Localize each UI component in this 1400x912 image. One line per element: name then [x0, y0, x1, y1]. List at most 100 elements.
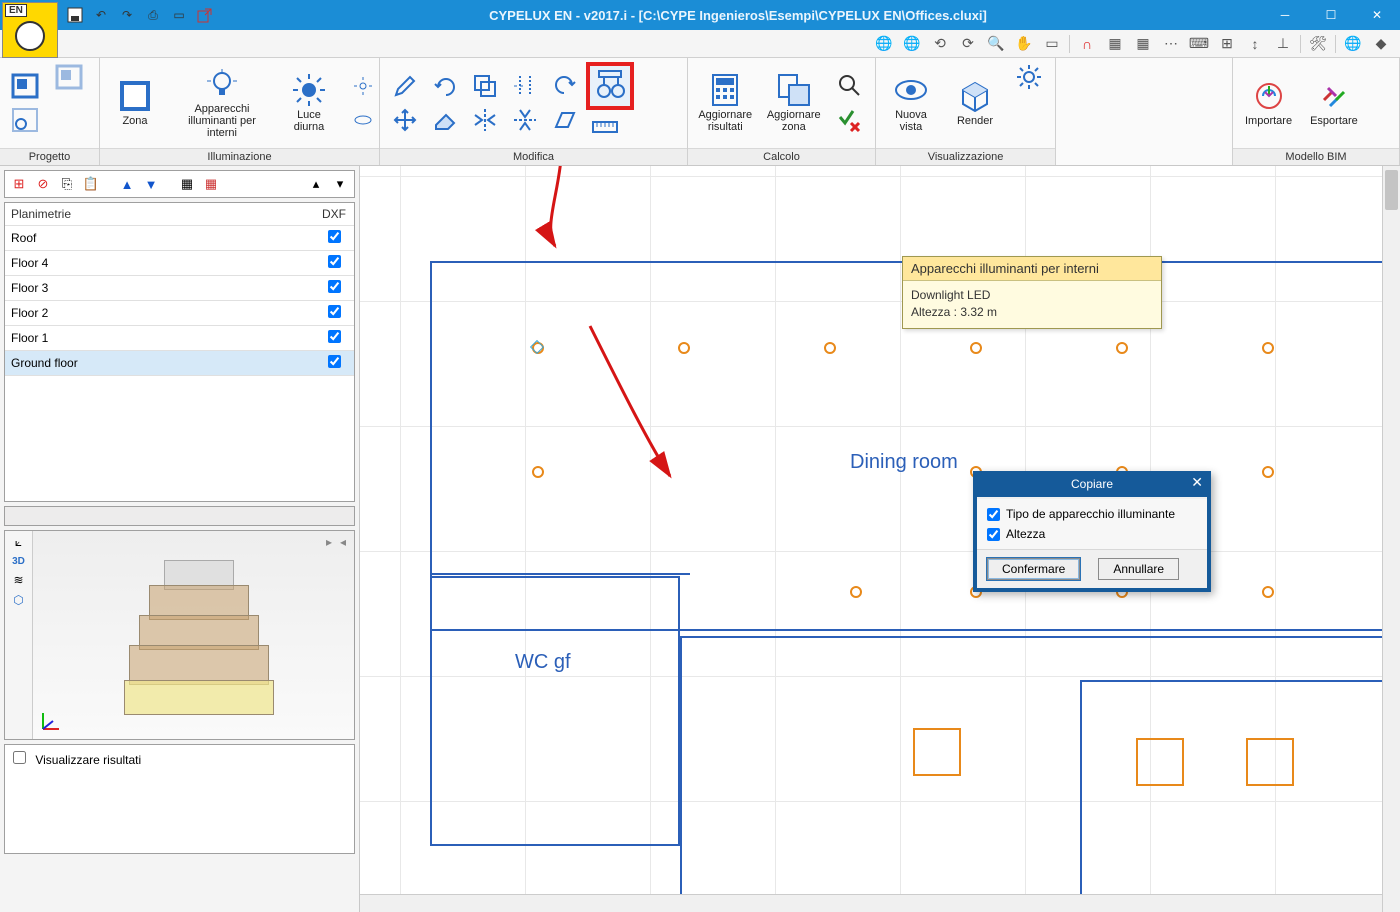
grid2-icon[interactable]: ▦	[1132, 33, 1154, 55]
floor-row[interactable]: Floor 4	[5, 251, 354, 276]
align-v-icon[interactable]	[508, 71, 542, 101]
plan-tool-1[interactable]	[8, 71, 42, 101]
gear-icon[interactable]	[1012, 62, 1046, 92]
copy-icon[interactable]	[468, 71, 502, 101]
orbit-icon[interactable]: 🌐	[873, 33, 895, 55]
light-fixture[interactable]	[532, 466, 544, 478]
floor-dxf-cell[interactable]	[314, 351, 354, 376]
zoom-reset-icon[interactable]: ⟲	[929, 33, 951, 55]
light-fixture[interactable]	[1262, 586, 1274, 598]
mirror-h-icon[interactable]	[468, 105, 502, 135]
floor-dxf-cell[interactable]	[314, 301, 354, 326]
dxf-icon[interactable]: ▦	[177, 174, 197, 194]
export-icon[interactable]	[196, 6, 214, 24]
copy-lights-button[interactable]	[588, 64, 632, 108]
measure-icon[interactable]	[588, 112, 622, 142]
add-icon[interactable]: ⊞	[9, 174, 29, 194]
dialog-opt2-checkbox[interactable]	[987, 528, 1000, 541]
3d-icon[interactable]: 3D	[12, 556, 25, 567]
move-icon[interactable]	[388, 105, 422, 135]
zoom-out-icon[interactable]: 🔍	[985, 33, 1007, 55]
grid1-icon[interactable]: ▦	[1104, 33, 1126, 55]
confirm-button[interactable]: Confermare	[987, 558, 1080, 580]
luce-diurna-button[interactable]: Luce diurna	[282, 71, 336, 135]
dxf2-icon[interactable]: ▦	[201, 174, 221, 194]
zona-button[interactable]: Zona	[108, 77, 162, 129]
magnet-icon[interactable]: ∩	[1076, 33, 1098, 55]
render-button[interactable]: Render	[948, 77, 1002, 129]
preview-3d[interactable]: ◂ ▸	[33, 531, 354, 739]
mirror-v-icon[interactable]	[508, 105, 542, 135]
chevron-left-icon[interactable]: ◂	[340, 535, 346, 549]
floor-row[interactable]: Floor 1	[5, 326, 354, 351]
redo-icon[interactable]: ↷	[118, 6, 136, 24]
importare-button[interactable]: Importare	[1241, 77, 1296, 129]
collapse-up-icon[interactable]: ▴	[306, 174, 326, 194]
shield-icon[interactable]: ⬡	[13, 593, 23, 607]
check-cross-icon[interactable]	[833, 105, 867, 135]
light-fixture[interactable]	[824, 342, 836, 354]
floor-dxf-checkbox[interactable]	[328, 305, 341, 318]
keyboard-icon[interactable]: ⌨	[1188, 33, 1210, 55]
floor-dxf-checkbox[interactable]	[328, 230, 341, 243]
world-icon[interactable]: 🌐	[1342, 33, 1364, 55]
results-checkbox[interactable]: Visualizzare risultati	[13, 753, 141, 767]
floor-dxf-cell[interactable]	[314, 326, 354, 351]
box-icon[interactable]: ▭	[170, 6, 188, 24]
collapse-down-icon[interactable]: ▾	[330, 174, 350, 194]
floor-row[interactable]: Roof	[5, 226, 354, 251]
aggiornare-risultati-button[interactable]: Aggiornare risultati	[696, 71, 755, 135]
apparecchi-button[interactable]: Apparecchi illuminanti per interni	[172, 65, 272, 141]
search-icon[interactable]	[833, 71, 867, 101]
up-icon[interactable]: ▲	[117, 174, 137, 194]
refresh-icon[interactable]: ⟳	[957, 33, 979, 55]
nuova-vista-button[interactable]: Nuova vista	[884, 71, 938, 135]
light-fixture[interactable]	[678, 342, 690, 354]
horizontal-scrollbar[interactable]	[360, 894, 1382, 912]
dialog-opt1-checkbox[interactable]	[987, 508, 1000, 521]
scrollbar-thumb[interactable]	[1385, 170, 1398, 210]
rotate-cw-icon[interactable]	[548, 71, 582, 101]
light-mini-2[interactable]	[346, 105, 380, 135]
light-fixture[interactable]	[1116, 342, 1128, 354]
window-icon[interactable]: ▭	[1041, 33, 1063, 55]
floor-row[interactable]: Ground floor	[5, 351, 354, 376]
tools-icon[interactable]: 🛠	[1307, 33, 1329, 55]
light-fixture[interactable]	[850, 586, 862, 598]
dots-icon[interactable]: ⋯	[1160, 33, 1182, 55]
help-icon[interactable]: ◆	[1370, 33, 1392, 55]
floor-dxf-checkbox[interactable]	[328, 330, 341, 343]
pan-icon[interactable]: ✋	[1013, 33, 1035, 55]
floor-dxf-checkbox[interactable]	[328, 280, 341, 293]
chevron-right-icon[interactable]: ▸	[326, 535, 332, 549]
floor-row[interactable]: Floor 2	[5, 301, 354, 326]
floor-dxf-cell[interactable]	[314, 251, 354, 276]
dialog-opt2[interactable]: Altezza	[987, 527, 1197, 541]
ruler-h-icon[interactable]: ⊞	[1216, 33, 1238, 55]
globe-icon[interactable]: 🌐	[901, 33, 923, 55]
undo-icon[interactable]: ↶	[92, 6, 110, 24]
plan-tool-3[interactable]	[8, 105, 42, 135]
aggiornare-zona-button[interactable]: Aggiornare zona	[765, 71, 824, 135]
canvas[interactable]: Dining room WC gf Ap	[360, 166, 1400, 912]
floor-dxf-cell[interactable]	[314, 226, 354, 251]
floor-dxf-checkbox[interactable]	[328, 255, 341, 268]
delete-icon[interactable]: ⊘	[33, 174, 53, 194]
minimize-button[interactable]: ─	[1262, 0, 1308, 30]
floor-dxf-checkbox[interactable]	[328, 355, 341, 368]
axis-icon[interactable]: ⟀	[15, 535, 22, 550]
close-button[interactable]: ✕	[1354, 0, 1400, 30]
esportare-button[interactable]: Esportare	[1306, 77, 1362, 129]
ruler-v-icon[interactable]: ↕	[1244, 33, 1266, 55]
skew-icon[interactable]	[548, 105, 582, 135]
perp-icon[interactable]: ⊥	[1272, 33, 1294, 55]
layers-icon[interactable]: ≋	[13, 573, 23, 587]
erase-icon[interactable]	[428, 105, 462, 135]
vertical-scrollbar[interactable]	[1382, 166, 1400, 912]
copy-doc-icon[interactable]: ⎘	[57, 174, 77, 194]
floor-row[interactable]: Floor 3	[5, 276, 354, 301]
dialog-opt1[interactable]: Tipo de apparecchio illuminante	[987, 507, 1197, 521]
dialog-close-icon[interactable]: ✕	[1191, 474, 1203, 491]
down-icon[interactable]: ▼	[141, 174, 161, 194]
save-icon[interactable]	[66, 6, 84, 24]
